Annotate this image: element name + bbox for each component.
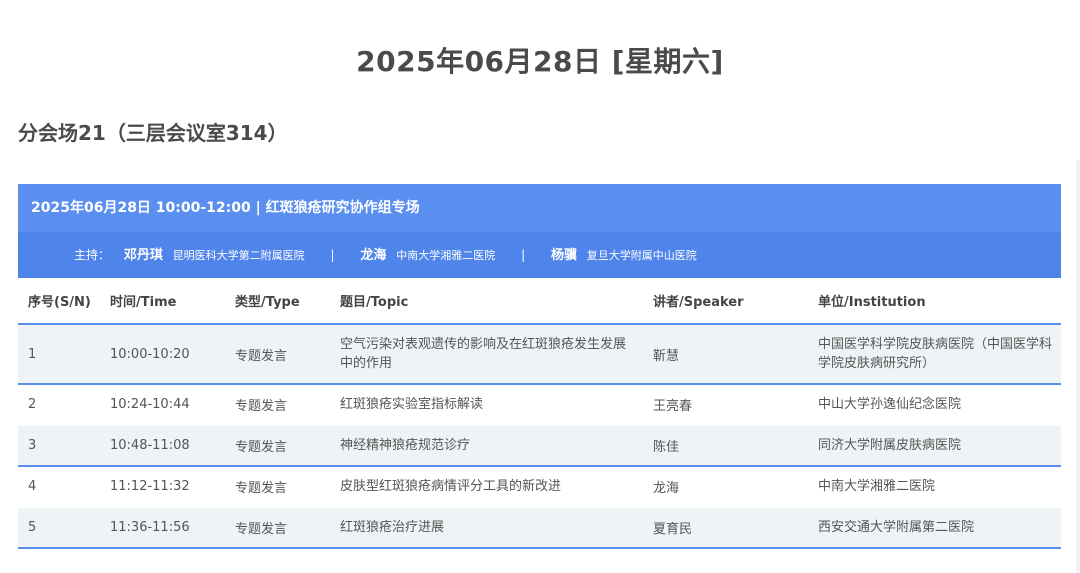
column-header-time: 时间/Time [100,278,225,325]
table-row: 3 10:48-11:08 专题发言 神经精神狼疮规范诊疗 陈佳 同济大学附属皮… [18,425,1061,467]
cell-sn: 3 [18,425,100,467]
cell-sn: 1 [18,324,100,385]
cell-institution: 中国医学科学院皮肤病医院（中国医学科学院皮肤病研究所） [808,324,1061,385]
cell-type: 专题发言 [225,324,330,385]
cell-sn: 2 [18,384,100,426]
cell-institution: 中南大学湘雅二医院 [808,466,1061,508]
column-header-type: 类型/Type [225,278,330,325]
host-institution: 昆明医科大学第二附属医院 [172,249,305,262]
host-separator: | [330,248,335,262]
table-header-row: 序号(S/N) 时间/Time 类型/Type 题目/Topic 讲者/Spea… [18,278,1061,325]
date-heading: 2025年06月28日 [星期六] [356,45,724,78]
hosts-bar: 主持： 邓丹琪 昆明医科大学第二附属医院 | 龙海 中南大学湘雅二医院 | 杨骥… [18,232,1061,278]
cell-time: 10:24-10:44 [100,384,225,426]
schedule-table: 序号(S/N) 时间/Time 类型/Type 题目/Topic 讲者/Spea… [18,278,1061,549]
cell-time: 11:36-11:56 [100,507,225,549]
cell-speaker: 靳慧 [643,324,808,385]
cell-speaker: 龙海 [643,466,808,508]
host-name: 龙海 [360,248,387,263]
cell-type: 专题发言 [225,425,330,467]
column-header-sn: 序号(S/N) [18,278,100,325]
table-row: 4 11:12-11:32 专题发言 皮肤型红斑狼疮病情评分工具的新改进 龙海 … [18,466,1061,508]
cell-speaker: 陈佳 [643,425,808,467]
cell-type: 专题发言 [225,466,330,508]
cell-institution: 西安交通大学附属第二医院 [808,507,1061,549]
host-institution: 复旦大学附属中山医院 [586,249,697,262]
cell-type: 专题发言 [225,507,330,549]
host-separator: | [521,248,526,262]
cell-speaker: 王亮春 [643,384,808,426]
cell-institution: 同济大学附属皮肤病医院 [808,425,1061,467]
column-header-institution: 单位/Institution [808,278,1061,325]
cell-topic: 红斑狼疮实验室指标解读 [330,384,643,426]
cell-sn: 4 [18,466,100,508]
table-row: 2 10:24-10:44 专题发言 红斑狼疮实验室指标解读 王亮春 中山大学孙… [18,384,1061,426]
cell-sn: 5 [18,507,100,549]
host-institution: 中南大学湘雅二医院 [396,249,496,262]
hosts-label: 主持： [74,248,111,262]
cell-time: 10:48-11:08 [100,425,225,467]
column-header-topic: 题目/Topic [330,278,643,325]
cell-topic: 空气污染对表观遗传的影响及在红斑狼疮发生发展中的作用 [330,324,643,385]
cell-topic: 神经精神狼疮规范诊疗 [330,425,643,467]
cell-time: 11:12-11:32 [100,466,225,508]
cell-type: 专题发言 [225,384,330,426]
column-header-speaker: 讲者/Speaker [643,278,808,325]
schedule-page: 2025年06月28日 [星期六] 分会场21（三层会议室314） 2025年0… [0,0,1080,573]
scrollbar-track[interactable] [1076,160,1080,573]
session-title: 2025年06月28日 10:00-12:00 | 红斑狼疮研究协作组专场 [18,184,1061,232]
cell-topic: 皮肤型红斑狼疮病情评分工具的新改进 [330,466,643,508]
session-card: 2025年06月28日 10:00-12:00 | 红斑狼疮研究协作组专场 主持… [18,184,1061,549]
host-name: 邓丹琪 [123,248,163,263]
venue-heading: 分会场21（三层会议室314） [18,121,288,145]
cell-topic: 红斑狼疮治疗进展 [330,507,643,549]
cell-speaker: 夏育民 [643,507,808,549]
host-name: 杨骥 [550,248,577,263]
cell-institution: 中山大学孙逸仙纪念医院 [808,384,1061,426]
cell-time: 10:00-10:20 [100,324,225,385]
table-row: 1 10:00-10:20 专题发言 空气污染对表观遗传的影响及在红斑狼疮发生发… [18,324,1061,385]
table-row: 5 11:36-11:56 专题发言 红斑狼疮治疗进展 夏育民 西安交通大学附属… [18,507,1061,549]
